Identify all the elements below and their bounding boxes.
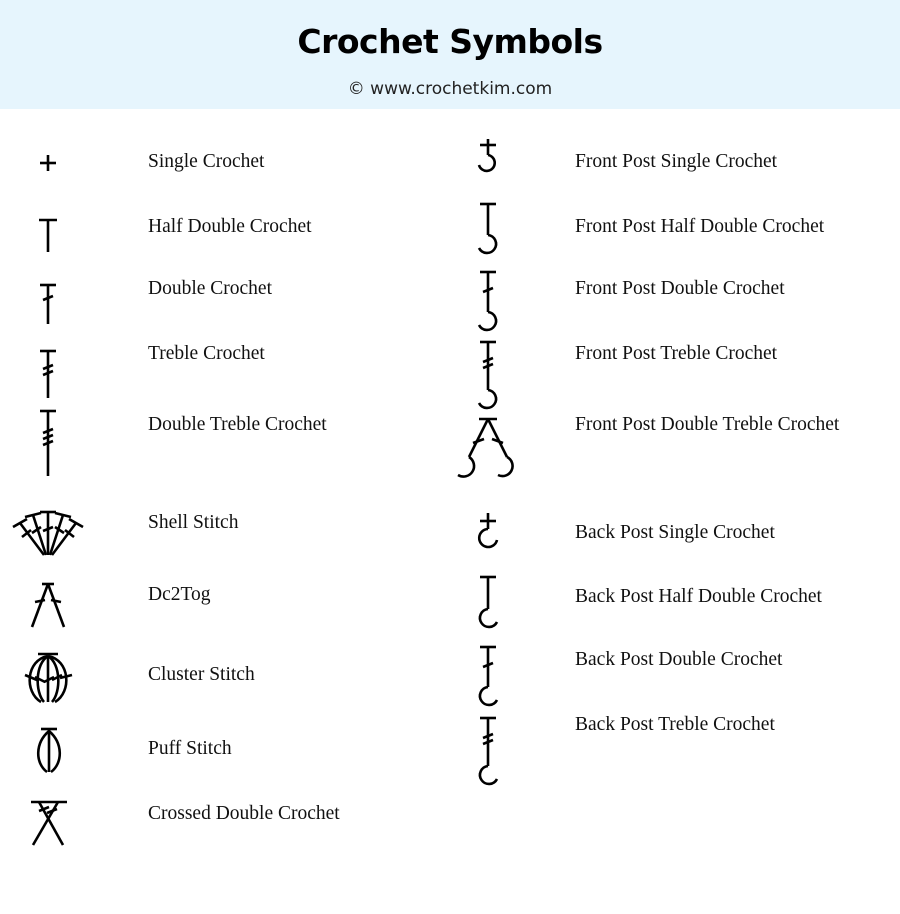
double-crochet-icon <box>40 283 56 324</box>
back-post-double-crochet-icon <box>478 645 499 707</box>
back-post-treble-crochet-icon <box>478 716 499 786</box>
copyright-notice: © www.crochetkim.com <box>347 79 553 99</box>
symbol-label: Back Post Double Crochet <box>575 649 783 670</box>
shell-stitch-icon <box>12 510 84 556</box>
symbol-label: Crossed Double Crochet <box>148 803 340 824</box>
symbol-label: Treble Crochet <box>148 343 265 364</box>
symbol-label: Back Post Single Crochet <box>575 522 775 543</box>
single-crochet-icon <box>40 155 56 171</box>
symbol-label: Puff Stitch <box>148 738 232 759</box>
symbol-label: Half Double Crochet <box>148 216 312 237</box>
symbol-label: Front Post Single Crochet <box>575 151 778 172</box>
symbol-label: Single Crochet <box>148 151 265 172</box>
back-post-half-double-crochet-icon <box>478 575 499 629</box>
front-post-double-treble-crochet-icon <box>457 417 514 478</box>
symbol-label: Double Treble Crochet <box>148 414 327 435</box>
symbol-label: Shell Stitch <box>148 512 239 533</box>
treble-crochet-icon <box>40 349 56 398</box>
symbol-label: Front Post Double Treble Crochet <box>575 414 840 435</box>
symbol-label: Front Post Treble Crochet <box>575 343 778 364</box>
cluster-stitch-icon <box>24 652 73 704</box>
symbol-label: Cluster Stitch <box>148 664 255 685</box>
header-banner: Crochet Symbols © www.crochetkim.com <box>0 0 900 109</box>
symbol-label: Back Post Half Double Crochet <box>575 586 822 607</box>
symbol-label: Back Post Treble Crochet <box>575 714 775 735</box>
front-post-treble-crochet-icon <box>477 340 498 410</box>
symbol-label: Double Crochet <box>148 278 273 299</box>
symbol-label: Front Post Double Crochet <box>575 278 785 299</box>
puff-stitch-icon <box>36 727 62 774</box>
double-treble-crochet-icon <box>40 409 56 476</box>
dc2tog-icon <box>30 582 66 628</box>
front-post-double-crochet-icon <box>477 270 498 332</box>
crossed-double-crochet-icon <box>31 800 67 846</box>
half-double-crochet-icon <box>39 218 57 252</box>
symbol-label: Front Post Half Double Crochet <box>575 216 825 237</box>
front-post-half-double-crochet-icon <box>477 202 498 255</box>
front-post-single-crochet-icon <box>477 139 497 173</box>
page-title: Crochet Symbols <box>297 22 603 61</box>
back-post-single-crochet-icon <box>477 513 499 549</box>
symbol-label: Dc2Tog <box>148 584 211 605</box>
